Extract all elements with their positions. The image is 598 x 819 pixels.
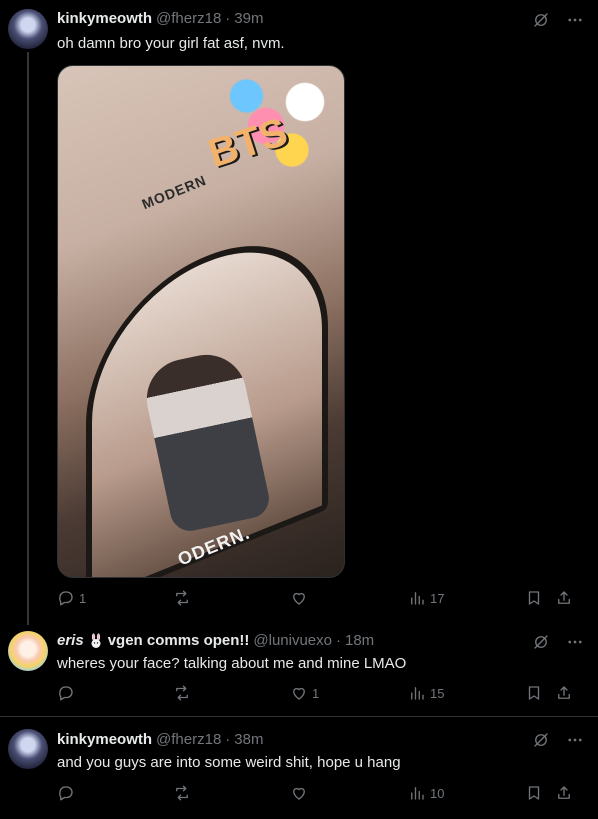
like-button[interactable] [290,784,308,802]
reply-icon [59,786,73,801]
timestamp[interactable]: 18m [345,632,374,649]
display-name[interactable]: kinkymeowth [57,10,152,27]
like-button[interactable]: 1 [290,684,319,702]
share-button[interactable] [555,589,573,607]
views-icon [411,592,424,605]
tweet-1[interactable]: kinkymeowth @fherz18 · 39m oh damn bro y… [0,0,598,625]
views-icon [411,787,424,800]
bookmark-button[interactable] [525,784,543,802]
tweet-top-icons [532,633,584,651]
avatar[interactable] [8,631,48,671]
share-button[interactable] [555,784,573,802]
views-button[interactable]: 15 [408,684,444,702]
grok-icon[interactable] [532,633,550,651]
views-count: 17 [430,590,445,606]
reply-button[interactable] [57,684,75,702]
thread-line [27,52,29,625]
bunny-emoji-icon [88,632,104,649]
more-icon[interactable] [566,633,584,651]
bookmark-button[interactable] [525,589,543,607]
heart-icon [293,787,305,800]
timestamp[interactable]: 39m [234,10,263,27]
retweet-button[interactable] [173,784,191,802]
bookmark-icon [528,686,540,700]
retweet-icon [176,590,188,606]
separator-dot: · [225,10,231,27]
retweet-icon [176,685,188,701]
like-button[interactable] [290,589,308,607]
heart-icon [293,687,305,700]
bookmark-icon [528,786,540,800]
bookmark-icon [528,591,540,605]
tweet-top-icons [532,731,584,749]
views-button[interactable]: 10 [408,784,444,802]
tweet-header: eris vgen comms open!! @lunivuexo · 18m [57,632,374,649]
user-handle[interactable]: @fherz18 [156,10,221,27]
grok-icon[interactable] [532,731,550,749]
tweet-media-image[interactable]: BTS MODERN ODERN. [57,65,345,578]
tweet-top-icons [532,11,584,29]
separator-dot: · [225,731,231,748]
retweet-button[interactable] [173,589,191,607]
tweet-3[interactable]: kinkymeowth @fherz18 · 38m and you guys … [0,718,598,819]
display-name[interactable]: eris [57,632,84,649]
display-name[interactable]: kinkymeowth [57,731,152,748]
views-count: 10 [430,785,445,801]
tweet-text: wheres your face? talking about me and m… [57,655,407,672]
share-icon [558,786,570,799]
separator-dot: · [336,632,341,649]
tweet-2[interactable]: eris vgen comms open!! @lunivuexo · 18m … [0,622,598,716]
reply-count: 1 [79,590,87,606]
reply-button[interactable] [57,784,75,802]
tweet-header: kinkymeowth @fherz18 · 39m [57,10,263,27]
heart-icon [293,592,305,605]
tweet-header: kinkymeowth @fherz18 · 38m [57,731,263,748]
like-count: 1 [312,685,320,701]
share-icon [558,686,570,699]
display-name-suffix[interactable]: vgen comms open!! [108,632,250,649]
views-count: 15 [430,685,445,701]
tweet-text: and you guys are into some weird shit, h… [57,754,401,771]
tweet-actions: 1 15 [57,684,577,708]
share-button[interactable] [555,684,573,702]
tweet-text: oh damn bro your girl fat asf, nvm. [57,35,285,52]
retweet-icon [176,785,188,801]
mirror-label-top: MODERN [139,171,209,213]
share-icon [558,591,570,604]
bookmark-button[interactable] [525,684,543,702]
grok-icon[interactable] [532,11,550,29]
more-icon[interactable] [566,731,584,749]
timestamp[interactable]: 38m [234,731,263,748]
avatar[interactable] [8,9,48,49]
views-button[interactable]: 17 [408,589,444,607]
views-icon [411,687,424,700]
reply-icon [59,591,73,606]
reply-button[interactable]: 1 [57,589,86,607]
divider [0,716,598,717]
avatar[interactable] [8,729,48,769]
tweet-actions: 1 17 [57,589,577,613]
more-icon[interactable] [566,11,584,29]
retweet-button[interactable] [173,684,191,702]
user-handle[interactable]: @lunivuexo [253,632,332,649]
tweet-actions: 10 [57,784,577,808]
user-handle[interactable]: @fherz18 [156,731,221,748]
reply-icon [59,686,73,701]
